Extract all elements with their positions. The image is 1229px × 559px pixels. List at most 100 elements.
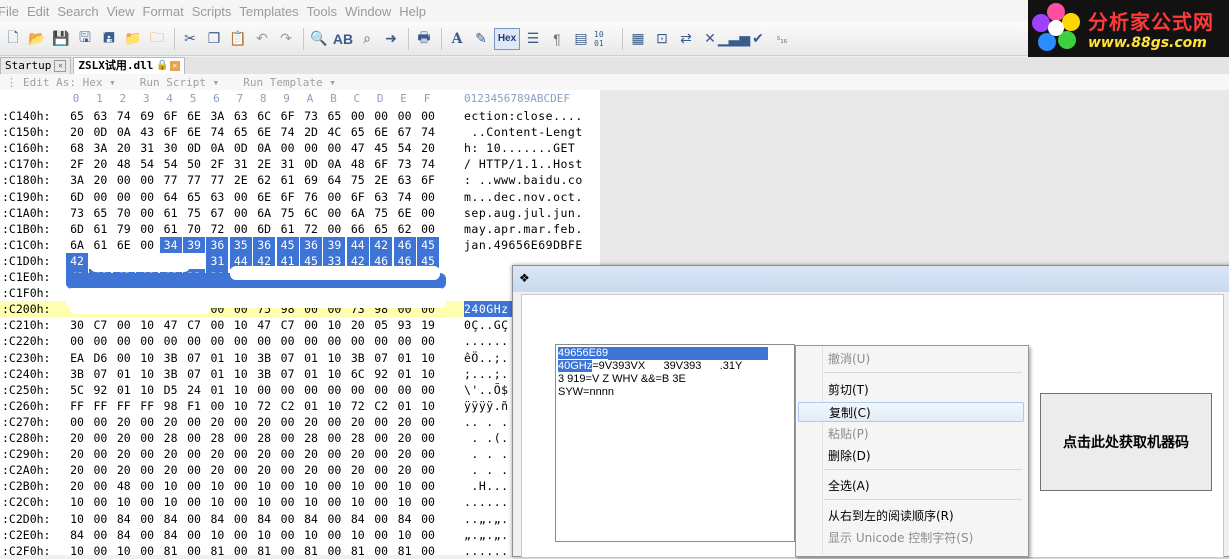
hex-byte[interactable]: FF — [136, 398, 158, 414]
hex-byte[interactable]: 00 — [183, 511, 205, 527]
hex-byte[interactable]: 4C — [323, 124, 345, 140]
hex-byte[interactable]: 74 — [394, 189, 416, 205]
hex-byte[interactable]: 20 — [417, 140, 439, 156]
print-icon[interactable]: 🖶 — [413, 28, 435, 50]
hex-byte[interactable]: 00 — [323, 478, 345, 494]
hex-byte[interactable]: 81 — [253, 543, 275, 559]
hex-byte[interactable]: 00 — [370, 333, 392, 349]
hex-byte[interactable]: 69 — [300, 172, 322, 188]
hex-byte[interactable]: 54 — [394, 140, 416, 156]
hex-byte[interactable]: 00 — [113, 350, 135, 366]
hex-byte[interactable]: 20 — [206, 462, 228, 478]
hex-byte[interactable]: 10 — [394, 494, 416, 510]
hex-byte[interactable]: 00 — [417, 333, 439, 349]
hex-byte[interactable]: 73 — [394, 156, 416, 172]
edit-as-dropdown[interactable]: Edit As: Hex ▾ — [23, 76, 116, 89]
open-recent-icon[interactable]: 📁 — [122, 28, 144, 50]
hex-byte[interactable]: 10 — [417, 398, 439, 414]
hex-byte[interactable]: 00 — [230, 333, 252, 349]
hex-byte[interactable]: 3B — [253, 350, 275, 366]
hex-byte[interactable]: 00 — [277, 494, 299, 510]
hex-byte[interactable]: 00 — [66, 414, 88, 430]
hex-byte[interactable]: 10 — [300, 494, 322, 510]
hex-byte[interactable]: 00 — [183, 494, 205, 510]
hex-byte[interactable]: 07 — [183, 366, 205, 382]
hex-byte[interactable]: 67 — [206, 205, 228, 221]
hex-byte[interactable]: 00 — [206, 398, 228, 414]
hex-byte[interactable]: 00 — [300, 333, 322, 349]
hex-byte[interactable]: 00 — [347, 382, 369, 398]
hex-byte[interactable]: 00 — [417, 527, 439, 543]
hex-byte[interactable]: FF — [113, 398, 135, 414]
hex-byte[interactable]: 00 — [136, 205, 158, 221]
hex-byte[interactable]: 00 — [417, 494, 439, 510]
hex-byte[interactable]: 81 — [206, 543, 228, 559]
hex-byte[interactable]: C7 — [89, 317, 111, 333]
calculator-icon[interactable]: ▦ — [627, 28, 649, 50]
hex-byte[interactable]: 10 — [394, 478, 416, 494]
hex-byte[interactable]: 10 — [136, 350, 158, 366]
menu-item-rtl[interactable]: 从右到左的阅读顺序(R) — [798, 506, 1024, 526]
hex-byte[interactable]: 00 — [89, 414, 111, 430]
hex-byte[interactable]: 28 — [347, 430, 369, 446]
menu-search[interactable]: Search — [57, 4, 106, 19]
hex-row[interactable]: :C290h: 20 00 20 00 20 00 20 00 20 00 20 00 20 00 20 00 … — [0, 446, 600, 462]
hex-byte[interactable]: 10 — [347, 494, 369, 510]
hex-byte[interactable]: 00 — [277, 478, 299, 494]
hex-byte[interactable]: 20 — [253, 414, 275, 430]
hex-byte[interactable]: 30 — [66, 317, 88, 333]
hex-byte[interactable]: C2 — [277, 398, 299, 414]
hex-byte[interactable]: 0A — [253, 140, 275, 156]
hex-byte[interactable]: 20 — [160, 462, 182, 478]
hex-byte[interactable]: 5C — [66, 382, 88, 398]
hex-byte[interactable]: 43 — [136, 124, 158, 140]
hex-byte[interactable]: 01 — [394, 350, 416, 366]
hex-byte[interactable]: 01 — [113, 366, 135, 382]
inspector-icon[interactable]: ⊡ — [651, 28, 673, 50]
hex-byte[interactable]: 00 — [136, 494, 158, 510]
menu-item-unicode[interactable]: 显示 Unicode 控制字符(S) — [798, 528, 1024, 548]
hex-byte[interactable]: 77 — [160, 172, 182, 188]
hex-byte[interactable]: 00 — [89, 430, 111, 446]
machine-code-textbox[interactable]: 49656E69 40GHz=9V393VX 39V393 .31Y 3 919… — [555, 344, 795, 542]
hex-byte[interactable]: 0D — [300, 156, 322, 172]
menu-view[interactable]: View — [107, 4, 143, 19]
hex-byte[interactable]: 00 — [136, 221, 158, 237]
hex-byte[interactable]: 10 — [230, 398, 252, 414]
hex-byte[interactable]: 00 — [323, 446, 345, 462]
hex-byte[interactable]: 10 — [136, 366, 158, 382]
hex-byte[interactable]: 20 — [66, 446, 88, 462]
hex-byte[interactable]: 6E — [394, 205, 416, 221]
hex-byte[interactable]: 74 — [206, 124, 228, 140]
hex-byte[interactable]: 74 — [417, 156, 439, 172]
hex-editor[interactable]: 0123456789ABCDEF 0123456789ABCDEF :C140h… — [0, 90, 600, 558]
hex-byte[interactable]: 00 — [136, 446, 158, 462]
hex-byte[interactable]: F1 — [183, 398, 205, 414]
hex-byte[interactable]: 84 — [206, 511, 228, 527]
hex-byte[interactable]: 3A — [89, 140, 111, 156]
hex-byte[interactable]: 81 — [160, 543, 182, 559]
hex-byte[interactable]: 61 — [160, 221, 182, 237]
hex-byte[interactable]: 36 — [300, 236, 322, 253]
hex-byte[interactable]: 84 — [113, 527, 135, 543]
hex-byte[interactable]: 6F — [277, 189, 299, 205]
hex-byte[interactable]: 00 — [417, 430, 439, 446]
close-icon[interactable]: ✕ — [54, 60, 67, 72]
hex-byte[interactable]: 2E — [230, 172, 252, 188]
dialog-titlebar[interactable]: ❖ — [513, 266, 1229, 292]
hex-byte[interactable]: 00 — [323, 333, 345, 349]
hex-byte[interactable]: 00 — [160, 333, 182, 349]
hex-byte[interactable]: 20 — [300, 446, 322, 462]
hex-byte[interactable]: 00 — [206, 317, 228, 333]
hex-byte[interactable]: 00 — [323, 221, 345, 237]
hex-byte[interactable]: 10 — [230, 317, 252, 333]
hex-byte[interactable]: 00 — [113, 333, 135, 349]
menu-item-paste[interactable]: 粘贴(P) — [798, 424, 1024, 444]
hex-byte[interactable]: 00 — [230, 430, 252, 446]
binary-icon[interactable]: 10 01 — [594, 28, 616, 50]
hex-byte[interactable]: 0A — [113, 124, 135, 140]
hex-byte[interactable]: 31 — [230, 156, 252, 172]
hex-byte[interactable]: 00 — [183, 462, 205, 478]
ascii-text[interactable]: m...dec.nov.oct. — [464, 189, 594, 205]
hex-byte[interactable]: 00 — [417, 205, 439, 221]
